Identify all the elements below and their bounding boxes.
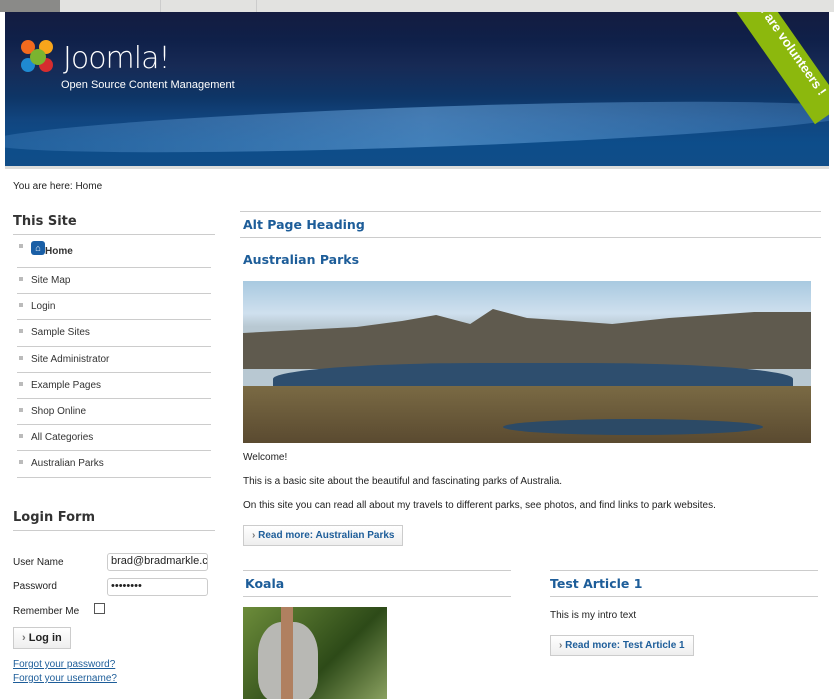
item-label: Example Pages	[31, 379, 102, 391]
koala-title[interactable]: Koala	[243, 570, 511, 597]
item-label: Login	[31, 301, 56, 313]
bullet-icon	[19, 244, 23, 248]
divider	[160, 0, 161, 12]
forgot-username-link[interactable]: Forgot your username?	[13, 673, 117, 684]
bullet-icon	[19, 329, 23, 334]
sidebar-item-all-categories[interactable]: All Categories	[17, 425, 211, 452]
bullet-icon	[19, 407, 23, 412]
item-label: Home	[45, 245, 73, 257]
item-label: Site Map	[31, 275, 71, 287]
article-text: This is a basic site about the beautiful…	[243, 476, 563, 487]
login-title: Login Form	[13, 510, 215, 531]
read-more-test-article[interactable]: Read more: Test Article 1	[550, 635, 694, 656]
sidebar-menu: This Site ⌂ Home Site Map Login Sample Si…	[13, 214, 215, 478]
sidebar-item-shop-online[interactable]: Shop Online	[17, 399, 211, 426]
sidebar-item-example-pages[interactable]: Example Pages	[17, 373, 211, 399]
bullet-icon	[19, 460, 23, 465]
page-heading: Alt Page Heading	[240, 211, 821, 238]
login-button[interactable]: Log in	[13, 627, 71, 649]
koala-article: Koala	[243, 570, 511, 597]
article-text: On this site you can read all about my t…	[243, 500, 716, 511]
item-label: Sample Sites	[31, 327, 90, 339]
password-input[interactable]: ••••••••	[107, 578, 208, 596]
read-more-australian-parks[interactable]: Read more: Australian Parks	[243, 525, 404, 546]
bullet-icon	[19, 381, 23, 386]
test-article: Test Article 1	[550, 570, 818, 597]
header-wave	[5, 91, 829, 163]
sidebar-item-login[interactable]: Login	[17, 294, 211, 321]
item-label: All Categories	[31, 432, 94, 444]
remember-me-checkbox[interactable]	[94, 603, 105, 614]
sidebar-item-site-map[interactable]: Site Map	[17, 268, 211, 295]
logo-text: Joomla!	[63, 40, 171, 76]
joomla-logo-icon	[21, 40, 57, 76]
item-label: Australian Parks	[31, 458, 104, 470]
article-text: Welcome!	[243, 452, 288, 463]
sidebar-item-sample-sites[interactable]: Sample Sites	[17, 320, 211, 347]
sidebar-item-home[interactable]: ⌂ Home	[17, 235, 211, 268]
bullet-icon	[19, 434, 23, 439]
site-header: Joomla! Open Source Content Management W…	[5, 12, 829, 166]
sidebar-item-australian-parks[interactable]: Australian Parks	[17, 451, 211, 478]
username-input[interactable]: brad@bradmarkle.com	[107, 553, 208, 571]
test-article-title[interactable]: Test Article 1	[550, 570, 818, 597]
forgot-password-link[interactable]: Forgot your password?	[13, 659, 115, 670]
menu-title: This Site	[13, 214, 215, 235]
remember-me-label: Remember Me	[13, 606, 80, 617]
test-article-intro: This is my intro text	[550, 610, 637, 621]
article-title[interactable]: Australian Parks	[240, 252, 821, 267]
breadcrumb: You are here: Home	[13, 181, 103, 192]
item-label: Shop Online	[31, 406, 87, 418]
koala-photo	[243, 607, 387, 699]
username-label: User Name	[13, 557, 64, 568]
login-form: Login Form User Name brad@bradmarkle.com…	[13, 510, 215, 684]
top-tab[interactable]	[0, 0, 60, 12]
joomla-logo[interactable]: Joomla!	[21, 40, 171, 76]
main-content: Alt Page Heading Australian Parks	[240, 211, 821, 267]
item-label: Site Administrator	[31, 353, 110, 365]
divider	[256, 0, 257, 12]
bullet-icon	[19, 355, 23, 360]
divider	[5, 166, 829, 169]
browser-top-bar	[0, 0, 834, 12]
tagline: Open Source Content Management	[61, 79, 235, 91]
sidebar-item-site-administrator[interactable]: Site Administrator	[17, 347, 211, 373]
park-photo	[243, 281, 811, 443]
home-icon: ⌂	[31, 241, 45, 255]
bullet-icon	[19, 277, 23, 281]
bullet-icon	[19, 303, 23, 308]
password-label: Password	[13, 581, 57, 592]
